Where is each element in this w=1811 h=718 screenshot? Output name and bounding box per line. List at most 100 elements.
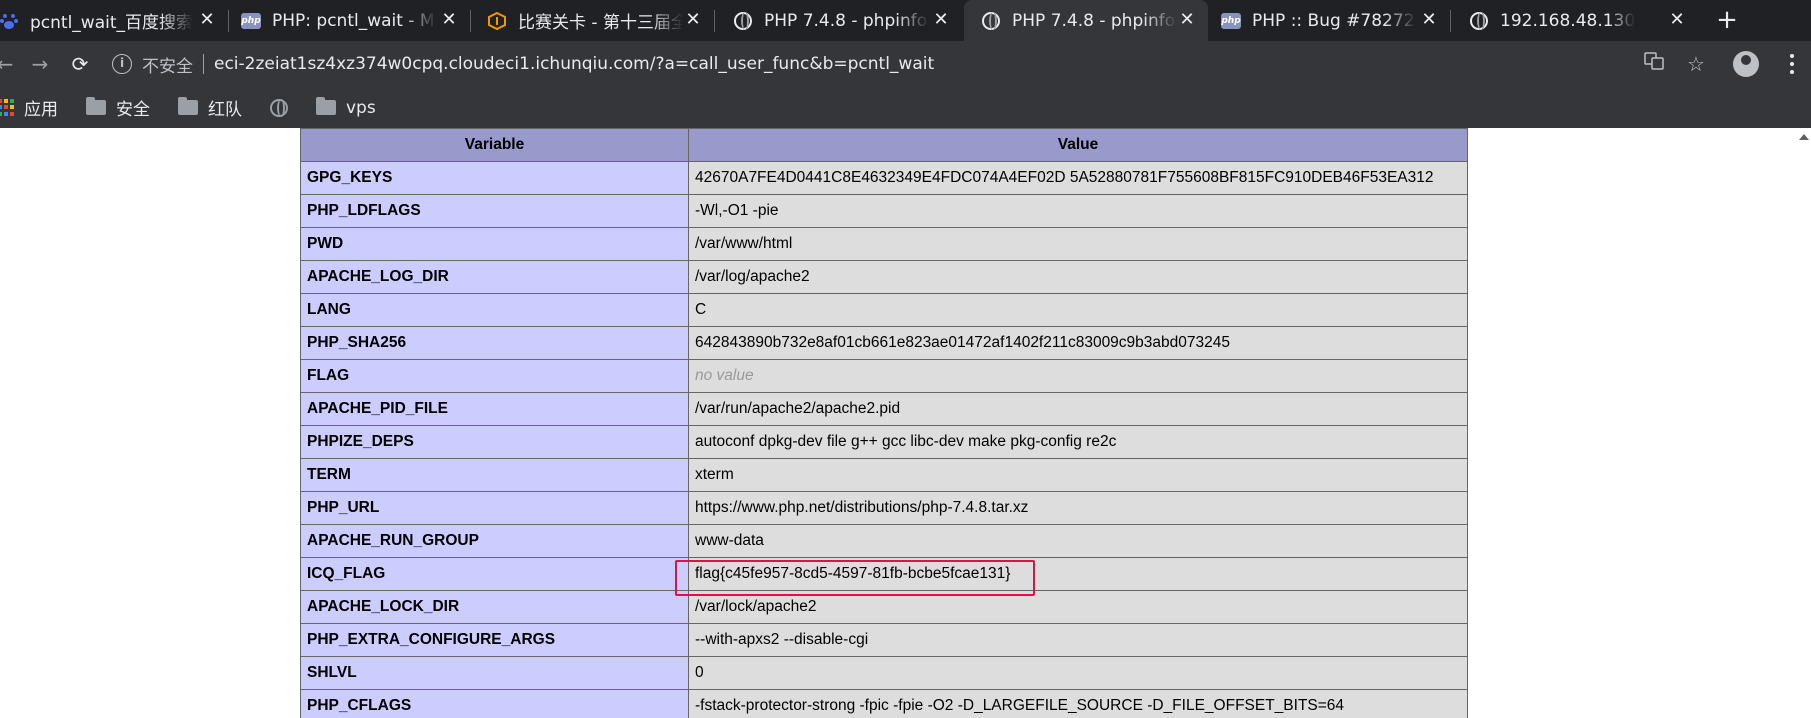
bookmark-folder-redteam[interactable]: 红队 (178, 95, 242, 120)
new-tab-icon[interactable]: + (1712, 6, 1742, 36)
tab-separator (714, 10, 715, 32)
variable-value: -fstack-protector-strong -fpic -fpie -O2… (688, 689, 1468, 718)
tab-php-bug[interactable]: php PHP :: Bug #78272 :: calling ✕ (1210, 0, 1451, 41)
security-label: 不安全 (142, 56, 193, 77)
variable-value: 642843890b732e8af01cb661e823ae01472af140… (688, 326, 1468, 360)
scrollbar[interactable] (1796, 128, 1811, 718)
variable-value: www-data (688, 524, 1468, 558)
globe-icon (270, 98, 288, 117)
variable-name: PHP_CFLAGS (300, 689, 689, 718)
variable-name: APACHE_PID_FILE (300, 392, 689, 426)
bookmark-globe[interactable] (270, 98, 288, 117)
highlight-box (675, 560, 1035, 596)
variable-value: autoconf dpkg-dev file g++ gcc libc-dev … (688, 425, 1468, 459)
variable-value: no value (688, 359, 1468, 393)
bookmarks-bar: 应用 安全 红队 vps (0, 87, 1811, 128)
address-bar[interactable]: i 不安全 eci-2zeiat1sz4xz374w0cpq.cloudeci1… (112, 46, 1632, 82)
variable-name: TERM (300, 458, 689, 492)
tab-title: PHP: pcntl_wait - Manual (272, 10, 437, 31)
variable-value: /var/run/apache2/apache2.pid (688, 392, 1468, 426)
folder-icon (86, 97, 106, 115)
table-row: FLAG no value (300, 359, 1468, 393)
variable-value: xterm (688, 458, 1468, 492)
column-header: Value (688, 128, 1468, 162)
info-icon[interactable]: i (112, 54, 132, 74)
apps-grid-icon (0, 98, 16, 117)
close-tab-icon[interactable]: ✕ (438, 9, 460, 31)
table-header-row: Variable Value (300, 128, 1468, 162)
globe-icon (1470, 11, 1488, 30)
variable-name: SHLVL (300, 656, 689, 690)
variable-name: PHP_SHA256 (300, 326, 689, 360)
table-row: TERM xterm (300, 458, 1468, 492)
table-row: PHPIZE_DEPS autoconf dpkg-dev file g++ gc… (300, 425, 1468, 459)
table-row: GPG_KEYS 42670A7FE4D0441C8E4632349E4FDC07… (300, 161, 1468, 195)
variable-value: /var/log/apache2 (688, 260, 1468, 294)
variable-value: -Wl,-O1 -pie (688, 194, 1468, 228)
back-icon[interactable]: ← (0, 51, 18, 77)
variable-value: --with-apxs2 --disable-cgi (688, 623, 1468, 657)
forward-icon[interactable]: → (27, 51, 53, 77)
php-icon: php (1221, 12, 1241, 30)
table-row: SHLVL 0 (300, 656, 1468, 690)
column-header: Variable (300, 128, 689, 162)
table-row: PHP_LDFLAGS -Wl,-O1 -pie (300, 194, 1468, 228)
variable-name: PHP_URL (300, 491, 689, 525)
tab-baidu[interactable]: pcntl_wait_百度搜索 ✕ (0, 0, 229, 41)
page-content: Variable Value GPG_KEYS 42670A7FE4D0441C8… (0, 128, 1811, 718)
environment-table: Variable Value GPG_KEYS 42670A7FE4D0441C8… (300, 128, 1468, 718)
ichunqiu-icon (488, 11, 506, 30)
table-row: PHP_CFLAGS -fstack-protector-strong -fpic… (300, 689, 1468, 718)
table-row: APACHE_LOG_DIR/var/log/apache2 (300, 260, 1468, 294)
tab-phpinfo-1[interactable]: PHP 7.4.8 - phpinfo() ✕ (716, 0, 962, 41)
bookmark-label: vps (346, 97, 376, 118)
no-value-text: no value (695, 367, 754, 384)
tab-php-manual[interactable]: php PHP: pcntl_wait - Manual ✕ (230, 0, 471, 41)
divider (203, 54, 204, 74)
table-row: APACHE_PID_FILE/var/run/apache2/apache2.… (300, 392, 1468, 426)
browser-chrome: pcntl_wait_百度搜索 ✕ php PHP: pcntl_wait - … (0, 0, 1811, 128)
profile-avatar-icon[interactable] (1733, 51, 1759, 77)
close-tab-icon[interactable]: ✕ (1176, 9, 1198, 31)
bookmark-apps[interactable]: 应用 (0, 95, 58, 120)
variable-name: PHP_EXTRA_CONFIGURE_ARGS (300, 623, 689, 657)
table-row: APACHE_RUN_GROUP www-data (300, 524, 1468, 558)
url-text[interactable]: eci-2zeiat1sz4xz374w0cpq.cloudeci1.ichun… (214, 54, 934, 74)
bookmark-star-icon[interactable]: ☆ (1683, 51, 1709, 77)
table-row: PWD/var/www/html (300, 227, 1468, 261)
table-row: PHP_EXTRA_CONFIGURE_ARGS --with-apxs2 --d… (300, 623, 1468, 657)
tab-title: PHP :: Bug #78272 :: calling (1252, 10, 1417, 31)
variable-name: APACHE_LOCK_DIR (300, 590, 689, 624)
variable-name: PHPIZE_DEPS (300, 425, 689, 459)
tab-ichunqiu[interactable]: 比赛关卡 - 第十三届全国 ✕ (472, 0, 715, 41)
tab-title: PHP 7.4.8 - phpinfo() (1012, 10, 1177, 31)
variable-value: https://www.php.net/distributions/php-7.… (688, 491, 1468, 525)
menu-kebab-icon[interactable] (1787, 51, 1797, 77)
scroll-up-icon[interactable] (1799, 134, 1809, 140)
close-tab-icon[interactable]: ✕ (682, 9, 704, 31)
php-icon: php (241, 12, 261, 30)
bookmark-label: 安全 (116, 100, 150, 120)
variable-name: PWD (300, 227, 689, 261)
translate-icon[interactable] (1641, 51, 1667, 77)
bookmark-folder-security[interactable]: 安全 (86, 95, 150, 120)
reload-icon[interactable]: ⟳ (67, 51, 93, 77)
close-tab-icon[interactable]: ✕ (1418, 9, 1440, 31)
table-row: LANG C (300, 293, 1468, 327)
tab-ip[interactable]: 192.168.48.130 ✕ (1452, 0, 1698, 41)
close-tab-icon[interactable]: ✕ (196, 9, 218, 31)
folder-icon (316, 97, 336, 115)
close-tab-icon[interactable]: ✕ (1666, 9, 1688, 31)
tab-phpinfo-active[interactable]: PHP 7.4.8 - phpinfo() ✕ (964, 0, 1208, 41)
close-tab-icon[interactable]: ✕ (930, 9, 952, 31)
bookmark-folder-vps[interactable]: vps (316, 97, 376, 118)
variable-name: GPG_KEYS (300, 161, 689, 195)
folder-icon (178, 97, 198, 115)
table-row: PHP_SHA256 642843890b732e8af01cb661e823ae… (300, 326, 1468, 360)
variable-name: ICQ_FLAG (300, 557, 689, 591)
variable-name: APACHE_RUN_GROUP (300, 524, 689, 558)
tab-title: PHP 7.4.8 - phpinfo() (764, 10, 929, 31)
variable-value: C (688, 293, 1468, 327)
variable-name: LANG (300, 293, 689, 327)
tab-separator (1450, 10, 1451, 32)
